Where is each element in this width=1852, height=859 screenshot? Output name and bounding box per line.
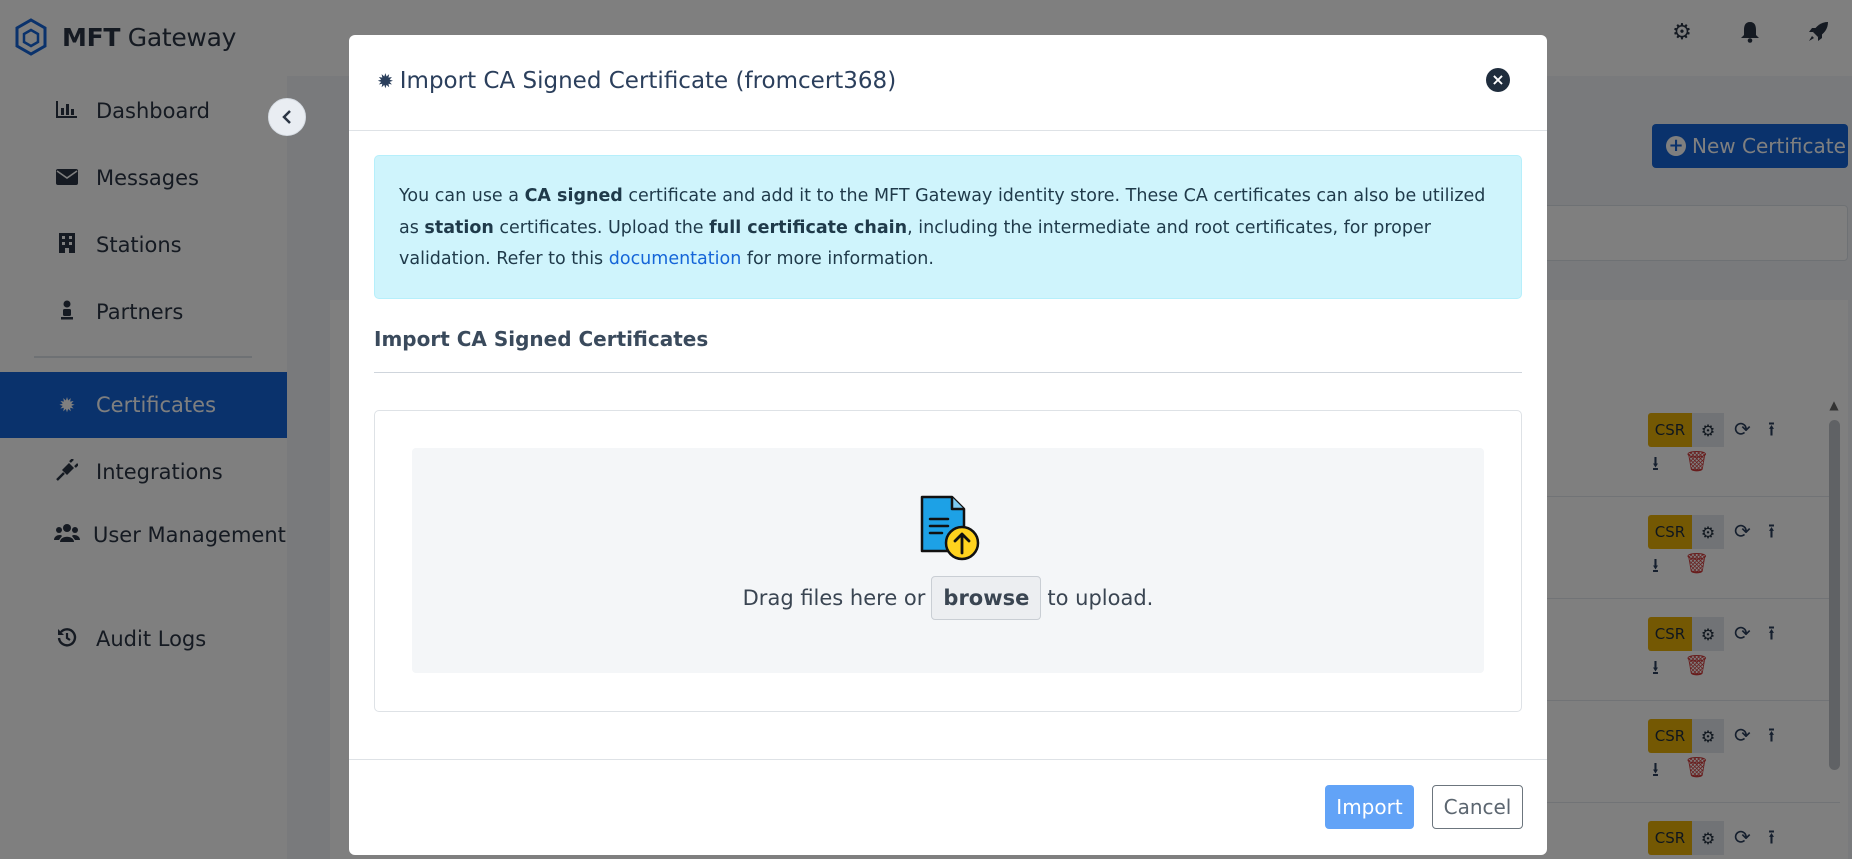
info-text: for more information. bbox=[741, 249, 934, 269]
modal-title-text: Import CA Signed Certificate (fromcert36… bbox=[399, 68, 897, 94]
dropzone-text: to upload. bbox=[1047, 586, 1154, 610]
info-text: You can use a bbox=[399, 186, 525, 206]
info-bold-text: full certificate chain bbox=[709, 217, 908, 238]
file-upload-icon bbox=[920, 495, 980, 561]
dropzone-text: Drag files here or bbox=[742, 586, 926, 610]
sidebar-collapse-button[interactable] bbox=[268, 98, 306, 136]
import-certificate-modal: ✹ Import CA Signed Certificate (fromcert… bbox=[349, 35, 1547, 855]
modal-title: ✹ Import CA Signed Certificate (fromcert… bbox=[377, 68, 896, 94]
modal-header: ✹ Import CA Signed Certificate (fromcert… bbox=[349, 35, 1547, 131]
certificate-icon: ✹ bbox=[377, 69, 394, 93]
cancel-button[interactable]: Cancel bbox=[1432, 785, 1523, 829]
info-bold-text: station bbox=[424, 217, 494, 238]
info-text: certificates. Upload the bbox=[493, 217, 710, 238]
chevron-left-icon bbox=[282, 110, 291, 124]
section-title: Import CA Signed Certificates bbox=[374, 327, 709, 351]
browse-button[interactable]: browse bbox=[931, 576, 1042, 620]
import-button[interactable]: Import bbox=[1325, 785, 1414, 829]
file-dropzone[interactable]: Drag files here or browse to upload. bbox=[412, 448, 1484, 673]
close-icon[interactable]: × bbox=[1486, 68, 1510, 92]
info-bold-text: CA signed bbox=[524, 186, 623, 206]
upload-panel: Drag files here or browse to upload. bbox=[374, 410, 1522, 712]
section-divider bbox=[374, 372, 1522, 373]
documentation-link[interactable]: documentation bbox=[609, 249, 742, 269]
modal-footer: Import Cancel bbox=[349, 759, 1547, 855]
info-alert: You can use a CA signed certificate and … bbox=[374, 155, 1522, 299]
